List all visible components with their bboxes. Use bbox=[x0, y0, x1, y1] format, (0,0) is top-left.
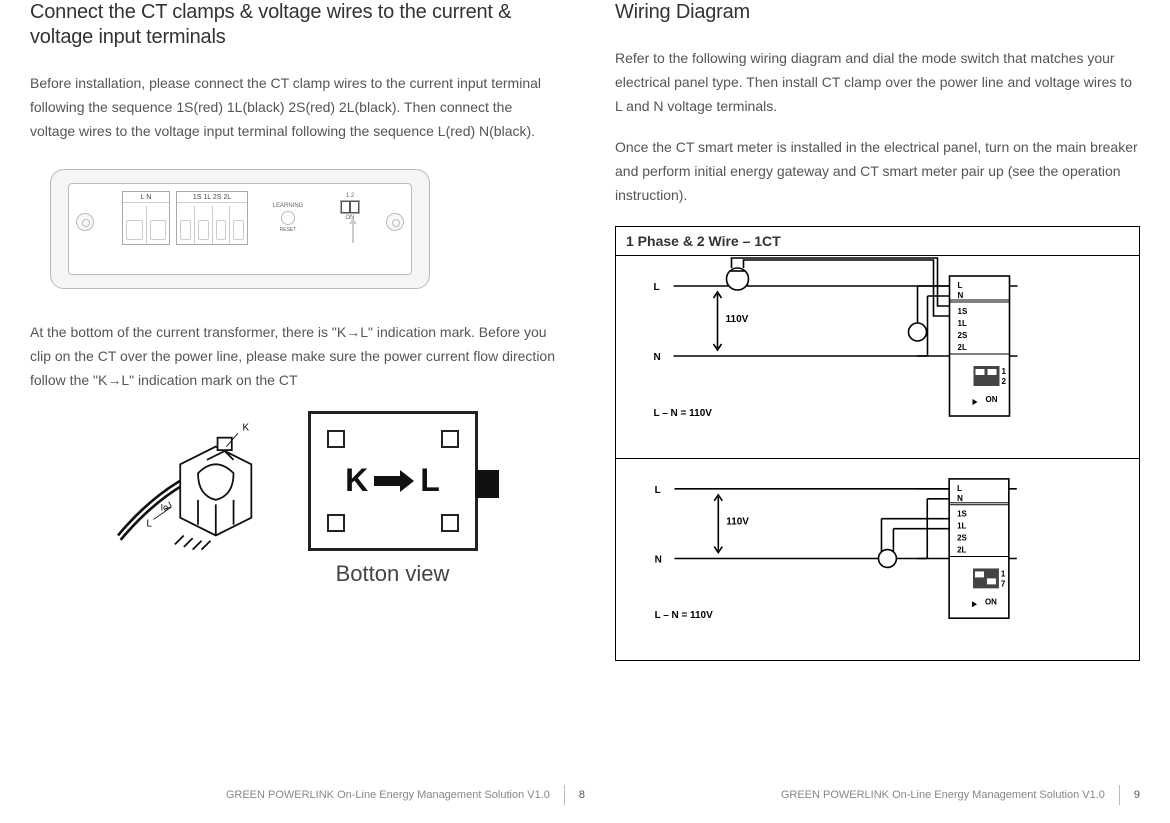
svg-text:2L: 2L bbox=[958, 343, 967, 352]
ct-clamp-illustration: K L Io bbox=[108, 411, 288, 571]
page-number: 9 bbox=[1134, 789, 1140, 801]
svg-text:L: L bbox=[958, 281, 963, 290]
ct-figure: K L Io K L Botton view bbox=[30, 411, 555, 587]
footer-right: GREEN POWERLINK On-Line Energy Managemen… bbox=[781, 785, 1140, 805]
dip-switch-icon bbox=[340, 200, 360, 214]
k-letter: K bbox=[345, 462, 368, 499]
svg-text:N: N bbox=[957, 494, 963, 503]
arrow-up-icon bbox=[352, 223, 354, 243]
left-para-2: At the bottom of the current transformer… bbox=[30, 321, 555, 392]
right-heading: Wiring Diagram bbox=[615, 0, 1140, 25]
svg-text:L: L bbox=[957, 484, 962, 493]
svg-text:1S: 1S bbox=[957, 509, 967, 518]
tab-icon bbox=[475, 470, 499, 498]
ct-label: 1S 1L 2S 2L bbox=[177, 194, 247, 203]
l-letter: L bbox=[420, 462, 440, 499]
wiring-diagram-box: 1 Phase & 2 Wire – 1CT bbox=[615, 226, 1140, 661]
bottom-view: K L Botton view bbox=[308, 411, 478, 587]
dip-switch-area: 1 2 ON bbox=[330, 193, 370, 221]
bottom-view-caption: Botton view bbox=[336, 561, 450, 587]
ln-terminal: L N bbox=[122, 191, 170, 245]
svg-text:L – N = 110V: L – N = 110V bbox=[654, 408, 713, 419]
device-illustration: L N 1S 1L 2S 2L LEARNING RESET 1 2 ON bbox=[50, 161, 430, 301]
svg-text:L: L bbox=[654, 282, 660, 293]
wiring-diagram-1: L N 1S 1L 2S 2L 1 2 ON L N 110V L – N = … bbox=[616, 256, 1139, 458]
dip-nums: 1 2 bbox=[330, 193, 370, 199]
wiring-title: 1 Phase & 2 Wire – 1CT bbox=[616, 227, 1139, 256]
k-label: K bbox=[242, 422, 249, 433]
page-8: Connect the CT clamps & voltage wires to… bbox=[0, 0, 585, 823]
learning-area: LEARNING RESET bbox=[258, 203, 318, 233]
svg-text:N: N bbox=[958, 291, 964, 300]
svg-text:L: L bbox=[655, 485, 661, 496]
svg-text:110V: 110V bbox=[726, 516, 749, 527]
svg-text:N: N bbox=[654, 352, 661, 363]
svg-text:2S: 2S bbox=[957, 533, 967, 542]
wiring-diagram-2: L N 1S 1L 2S 2L 1 7 ON L N 110V L – N = … bbox=[616, 458, 1139, 660]
reset-button-icon bbox=[281, 211, 295, 225]
svg-text:1S: 1S bbox=[958, 307, 968, 316]
right-para-1: Refer to the following wiring diagram an… bbox=[615, 47, 1140, 118]
learning-label: LEARNING bbox=[258, 203, 318, 209]
svg-text:2S: 2S bbox=[958, 331, 968, 340]
bottom-view-box: K L bbox=[308, 411, 478, 551]
l-label: L bbox=[146, 518, 152, 529]
ln-label: L N bbox=[123, 194, 169, 203]
left-heading: Connect the CT clamps & voltage wires to… bbox=[30, 0, 555, 50]
svg-text:L – N = 110V: L – N = 110V bbox=[655, 610, 713, 621]
footer-text: GREEN POWERLINK On-Line Energy Managemen… bbox=[781, 789, 1105, 801]
io-label: Io bbox=[160, 502, 167, 512]
svg-text:7: 7 bbox=[1001, 579, 1006, 588]
svg-text:N: N bbox=[655, 554, 662, 565]
svg-text:1: 1 bbox=[1002, 367, 1007, 376]
reset-label: RESET bbox=[258, 227, 318, 233]
left-para-1: Before installation, please connect the … bbox=[30, 72, 555, 143]
svg-text:ON: ON bbox=[986, 395, 998, 404]
svg-text:2: 2 bbox=[1002, 377, 1007, 386]
footer-left: GREEN POWERLINK On-Line Energy Managemen… bbox=[226, 785, 585, 805]
ct-terminal: 1S 1L 2S 2L bbox=[176, 191, 248, 245]
svg-text:2L: 2L bbox=[957, 545, 966, 554]
svg-text:1: 1 bbox=[1001, 569, 1006, 578]
arrow-right-icon bbox=[374, 472, 414, 490]
footer-text: GREEN POWERLINK On-Line Energy Managemen… bbox=[226, 789, 550, 801]
svg-text:110V: 110V bbox=[726, 314, 749, 325]
svg-text:ON: ON bbox=[985, 597, 997, 606]
svg-text:1L: 1L bbox=[957, 521, 966, 530]
svg-text:1L: 1L bbox=[958, 319, 967, 328]
page-9: Wiring Diagram Refer to the following wi… bbox=[585, 0, 1170, 823]
right-para-2: Once the CT smart meter is installed in … bbox=[615, 136, 1140, 207]
